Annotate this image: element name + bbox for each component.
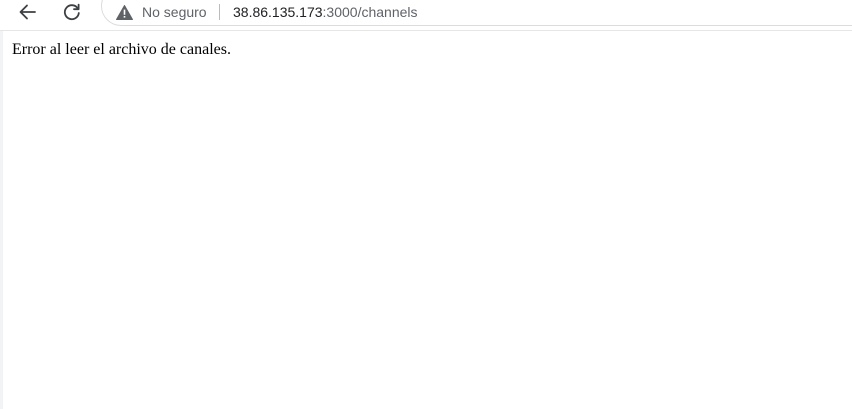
url-path: :3000/channels: [322, 4, 418, 20]
reload-icon: [63, 3, 80, 21]
page-content: Error al leer el archivo de canales.: [3, 31, 852, 409]
browser-window: No seguro 38.86.135.173:3000/channels Er…: [0, 0, 852, 409]
security-indicator[interactable]: No seguro: [116, 3, 207, 21]
url-text[interactable]: 38.86.135.173:3000/channels: [233, 3, 418, 21]
reload-button[interactable]: [59, 0, 85, 24]
back-button[interactable]: [15, 0, 41, 24]
browser-toolbar: No seguro 38.86.135.173:3000/channels: [0, 0, 852, 26]
address-bar[interactable]: [101, 0, 852, 26]
error-message: Error al leer el archivo de canales.: [12, 41, 231, 58]
back-arrow-icon: [19, 4, 36, 20]
security-label: No seguro: [142, 4, 207, 20]
address-divider: [219, 4, 220, 20]
url-host: 38.86.135.173: [233, 4, 323, 20]
warning-triangle-icon: [116, 4, 133, 20]
